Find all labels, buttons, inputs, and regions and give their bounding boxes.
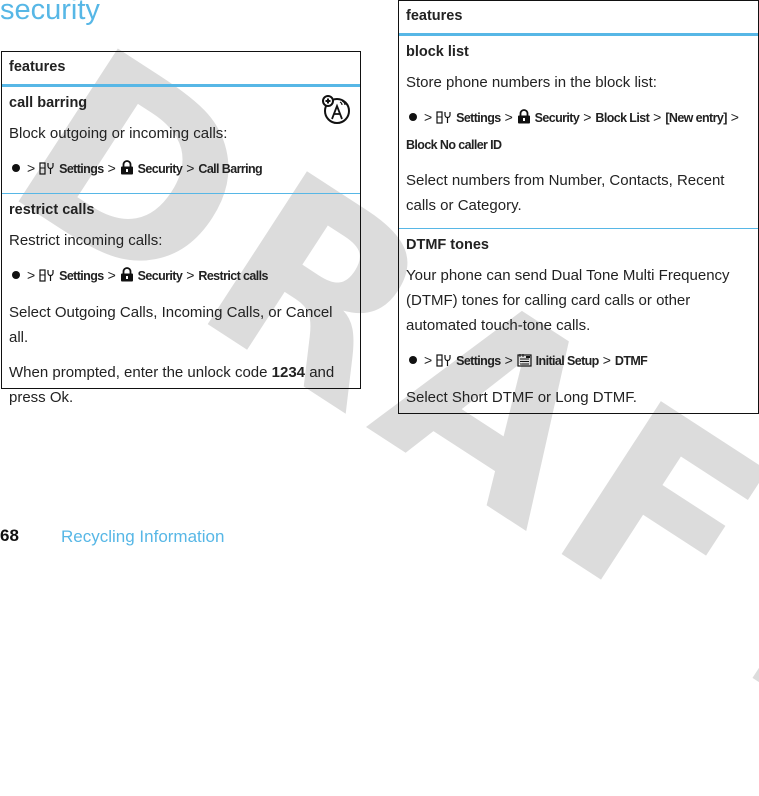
select-instruction: Select Outgoing Calls, Incoming Calls, o…: [9, 304, 333, 346]
settings-icon: [39, 265, 55, 290]
nav-key-icon: [406, 353, 420, 367]
feature-title: restrict calls: [9, 202, 95, 218]
option-category: Category.: [457, 197, 522, 214]
select-instruction: Select numbers from Number, Contacts, Re…: [406, 172, 725, 214]
feature-title: DTMF tones: [406, 237, 489, 253]
nav-key-icon: [9, 161, 23, 175]
menu-item-new-entry[interactable]: [New entry]: [665, 111, 727, 125]
nav-key-icon: [9, 268, 23, 282]
lock-icon: [120, 158, 134, 183]
menu-item-settings[interactable]: Settings: [456, 111, 501, 125]
menu-item-settings[interactable]: Settings: [59, 269, 104, 283]
lock-icon: [120, 265, 134, 290]
feature-description: Restrict incoming calls:: [9, 232, 163, 249]
ok-key: Ok: [49, 389, 70, 406]
page-title: security: [0, 0, 100, 26]
menu-item-initial-setup[interactable]: Initial Setup: [536, 354, 600, 368]
feature-description: Store phone numbers in the block list:: [406, 74, 657, 91]
menu-item-settings[interactable]: Settings: [59, 162, 104, 176]
menu-item-restrict-calls[interactable]: Restrict calls: [198, 269, 268, 283]
network-dependent-icon: [322, 95, 350, 124]
option-short-dtmf: Short DTMF: [451, 389, 534, 406]
menu-path: > Settings > Security > Call Barring: [9, 156, 353, 183]
page-number: 68: [0, 526, 19, 545]
menu-item-security[interactable]: Security: [535, 111, 580, 125]
settings-icon: [39, 158, 55, 183]
menu-item-settings[interactable]: Settings: [456, 354, 501, 368]
feature-description: Your phone can send Dual Tone Multi Freq…: [406, 267, 730, 334]
settings-icon: [436, 350, 452, 375]
settings-icon: [436, 107, 452, 132]
feature-restrict-calls: restrict calls Restrict incoming calls: …: [2, 193, 360, 410]
footer-section-label: Recycling Information: [61, 527, 225, 546]
nav-key-icon: [406, 110, 420, 124]
menu-item-block-list[interactable]: Block List: [595, 111, 649, 125]
initial-setup-icon: [517, 350, 532, 375]
table-header: features: [399, 1, 758, 36]
menu-item-block-no-caller-id[interactable]: Block No caller ID: [406, 138, 502, 152]
left-features-table: features call barring Block outgoing or …: [1, 51, 361, 406]
unlock-code: 1234: [271, 364, 306, 381]
menu-path: > Settings > Security > Restrict calls: [9, 263, 353, 290]
feature-title: block list: [406, 44, 469, 60]
menu-path-continued: Block No caller ID: [406, 132, 751, 158]
feature-call-barring: call barring Block outgoing or incoming …: [2, 87, 360, 183]
right-features-table: features block list Store phone numbers …: [398, 0, 759, 414]
unlock-instruction: When prompted, enter the unlock code 123…: [9, 364, 335, 406]
lock-icon: [517, 107, 531, 132]
feature-title: call barring: [9, 95, 88, 111]
feature-description: Block outgoing or incoming calls:: [9, 125, 228, 142]
feature-block-list: block list Store phone numbers in the bl…: [399, 36, 758, 218]
menu-item-dtmf[interactable]: DTMF: [615, 354, 648, 368]
menu-item-security[interactable]: Security: [138, 162, 183, 176]
option-long-dtmf: Long DTMF: [555, 389, 633, 406]
menu-item-call-barring[interactable]: Call Barring: [198, 162, 262, 176]
menu-path: > Settings > Initial Setup > DTMF: [406, 348, 751, 375]
table-header: features: [2, 52, 360, 87]
feature-dtmf-tones: DTMF tones Your phone can send Dual Tone…: [399, 228, 758, 410]
option-outgoing-incoming: Outgoing Calls, Incoming Calls: [54, 304, 260, 321]
menu-item-security[interactable]: Security: [138, 269, 183, 283]
menu-path: > Settings > Security > Block List > [New ent…: [406, 105, 751, 132]
select-instruction: Select Short DTMF or Long DTMF.: [406, 389, 637, 406]
